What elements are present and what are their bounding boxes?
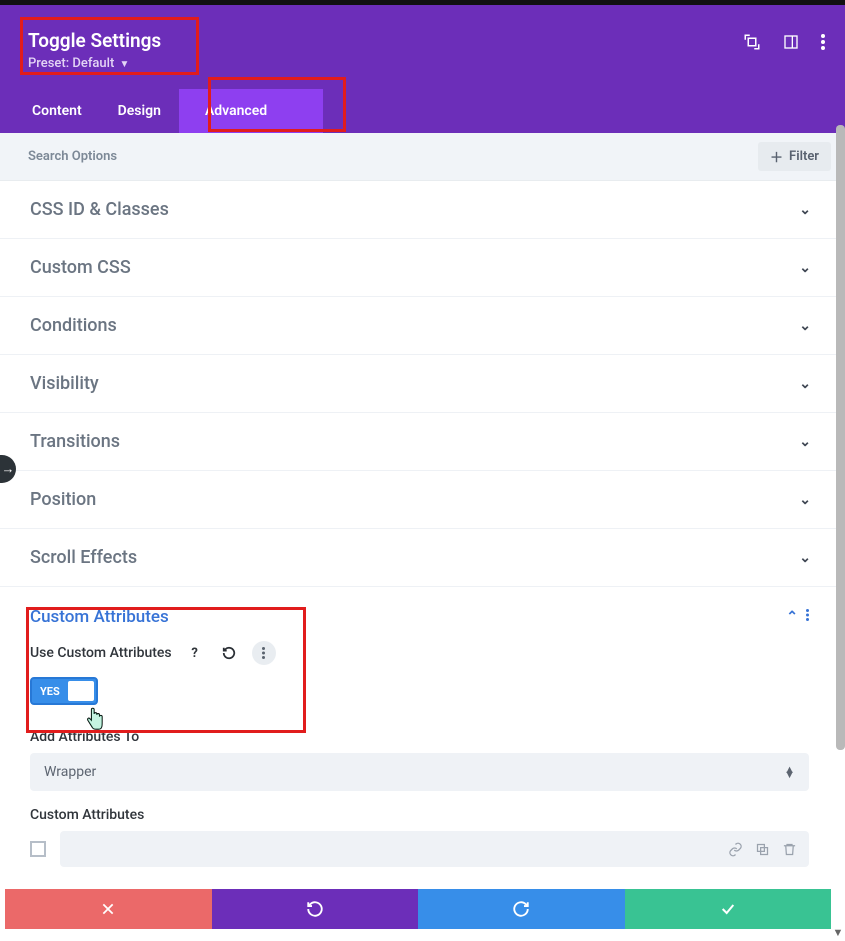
- add-attributes-to-select[interactable]: Wrapper ▲▼: [30, 753, 809, 791]
- chevron-down-icon: ⌄: [799, 492, 811, 508]
- section-title: Conditions: [30, 315, 117, 336]
- chevron-down-icon: ⌄: [799, 434, 811, 450]
- section-title: Transitions: [30, 431, 120, 452]
- search-input[interactable]: Search Options: [28, 149, 117, 164]
- modal-footer: [5, 889, 831, 929]
- add-attributes-to-label: Add Attributes To: [30, 729, 809, 745]
- use-custom-attributes-label: Use Custom Attributes: [30, 645, 172, 661]
- title-block: Toggle Settings Preset: Default ▼: [24, 23, 171, 77]
- kebab-menu-icon[interactable]: [821, 34, 825, 54]
- chevron-down-icon: ⌄: [799, 202, 811, 218]
- filter-bar: Search Options ＋ Filter: [0, 133, 845, 181]
- section-title: Position: [30, 489, 96, 510]
- section-title-open[interactable]: Custom Attributes: [30, 607, 169, 627]
- sections-container: CSS ID & Classes ⌄ Custom CSS ⌄ Conditio…: [0, 181, 839, 941]
- select-value: Wrapper: [44, 764, 96, 780]
- preset-label: Preset: Default: [28, 56, 114, 71]
- redo-button[interactable]: [418, 889, 625, 929]
- toggle-knob: [68, 681, 94, 701]
- tab-advanced[interactable]: Advanced: [179, 89, 323, 133]
- save-button[interactable]: [625, 889, 832, 929]
- header-action-icons: [743, 33, 825, 55]
- filter-button[interactable]: ＋ Filter: [758, 142, 831, 171]
- section-css-id[interactable]: CSS ID & Classes ⌄: [0, 181, 839, 239]
- modal-title: Toggle Settings: [28, 29, 161, 52]
- section-conditions[interactable]: Conditions ⌄: [0, 297, 839, 355]
- section-custom-attributes: Custom Attributes ⌃ Use Custom Attribute…: [0, 587, 839, 713]
- section-title: CSS ID & Classes: [30, 199, 169, 220]
- check-icon: [718, 901, 738, 917]
- redo-icon: [512, 900, 530, 918]
- scroll-corner-icon: ▼: [831, 925, 845, 939]
- preset-dropdown[interactable]: Preset: Default ▼: [28, 56, 161, 71]
- attribute-input-bar[interactable]: [60, 831, 809, 867]
- section-title: Custom CSS: [30, 257, 131, 278]
- caret-down-icon: ▼: [120, 59, 130, 70]
- use-custom-attributes-toggle[interactable]: YES: [30, 677, 98, 705]
- help-icon[interactable]: ?: [184, 642, 206, 664]
- attribute-row: [30, 831, 809, 867]
- link-icon[interactable]: [728, 842, 743, 857]
- chevron-down-icon: ⌄: [799, 376, 811, 392]
- scrollbar[interactable]: [836, 125, 845, 750]
- copy-icon[interactable]: [755, 842, 770, 857]
- cancel-button[interactable]: [5, 889, 212, 929]
- tab-design[interactable]: Design: [100, 89, 179, 133]
- expand-icon[interactable]: [743, 33, 761, 55]
- attribute-checkbox[interactable]: [30, 841, 46, 857]
- undo-button[interactable]: [212, 889, 419, 929]
- tab-content[interactable]: Content: [14, 89, 100, 133]
- section-transitions[interactable]: Transitions ⌄: [0, 413, 839, 471]
- custom-attributes-list-label: Custom Attributes: [30, 807, 809, 823]
- tabs-bar: Content Design Advanced: [0, 89, 845, 133]
- close-icon: [101, 902, 115, 916]
- chevron-down-icon: ⌄: [799, 550, 811, 566]
- modal-header: Toggle Settings Preset: Default ▼: [0, 5, 845, 89]
- kebab-menu-icon[interactable]: [806, 609, 809, 625]
- section-position[interactable]: Position ⌄: [0, 471, 839, 529]
- chevron-down-icon: ⌄: [799, 260, 811, 276]
- select-arrows-icon: ▲▼: [784, 767, 795, 777]
- section-title: Scroll Effects: [30, 547, 137, 568]
- use-custom-attributes-row: Use Custom Attributes ?: [30, 641, 809, 665]
- reset-icon[interactable]: [218, 642, 240, 664]
- chevron-down-icon: ⌄: [799, 318, 811, 334]
- toggle-label: YES: [40, 685, 60, 698]
- filter-button-label: Filter: [789, 149, 819, 164]
- section-title: Visibility: [30, 373, 99, 394]
- plus-icon: ＋: [770, 147, 783, 166]
- chevron-up-icon[interactable]: ⌃: [786, 609, 798, 625]
- section-custom-css[interactable]: Custom CSS ⌄: [0, 239, 839, 297]
- section-visibility[interactable]: Visibility ⌄: [0, 355, 839, 413]
- section-scroll-effects[interactable]: Scroll Effects ⌄: [0, 529, 839, 587]
- panel-icon[interactable]: [783, 34, 799, 54]
- trash-icon[interactable]: [782, 842, 797, 857]
- options-icon[interactable]: [252, 641, 276, 665]
- undo-icon: [306, 900, 324, 918]
